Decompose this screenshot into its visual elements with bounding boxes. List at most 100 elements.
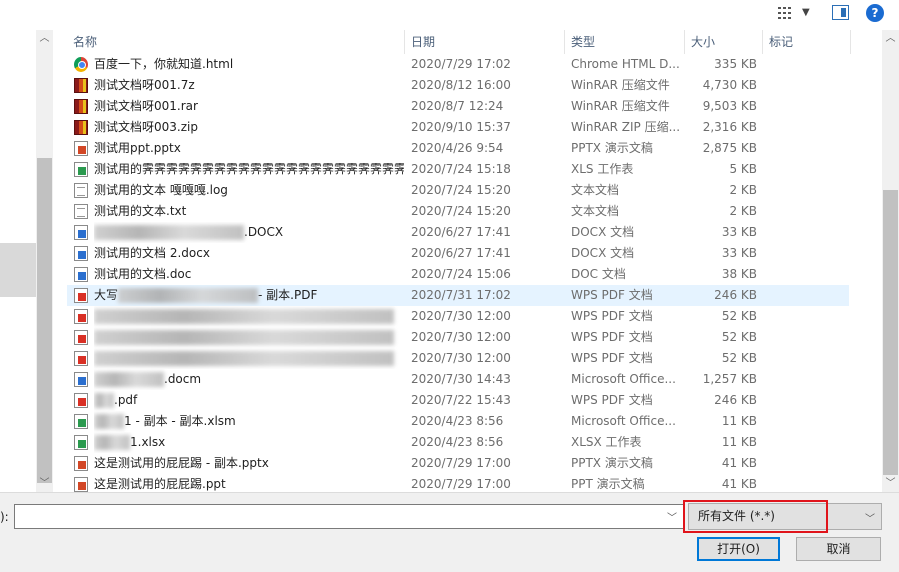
winrar-archive-icon xyxy=(74,120,88,135)
nav-selected-item[interactable] xyxy=(0,243,36,297)
file-row[interactable]: 百度一下，你就知道.html 2020/7/29 17:02 Chrome HTML… xyxy=(67,54,849,75)
column-size[interactable]: 大小 xyxy=(685,30,763,54)
file-row[interactable]: 测试用的文本.txt 2020/7/24 15:20 文本文档 2 KB xyxy=(67,201,849,222)
file-row[interactable]: 测试用ppt.pptx 2020/4/26 9:54 PPTX 演示文稿 2,875 … xyxy=(67,138,849,159)
file-row[interactable]: 2020/7/30 12:00 WPS PDF 文档 52 KB xyxy=(67,348,849,369)
file-type: WPS PDF 文档 xyxy=(571,393,653,407)
file-row[interactable]: 测试文档呀003.zip 2020/9/10 15:37 WinRAR ZIP 压缩… xyxy=(67,117,849,138)
file-row[interactable]: 1 - 副本 - 副本.xlsm 2020/4/23 8:56 Microsoft … xyxy=(67,411,849,432)
redacted-text xyxy=(94,309,394,324)
file-row[interactable]: 测试用的文档 2.docx 2020/6/27 17:41 DOCX 文档 33 KB xyxy=(67,243,849,264)
view-options-icon[interactable] xyxy=(778,6,794,20)
toolbar: ▼ ? xyxy=(0,0,899,30)
help-icon[interactable]: ? xyxy=(866,4,884,22)
file-row[interactable]: 测试文档呀001.7z 2020/8/12 16:00 WinRAR 压缩文件 4,7… xyxy=(67,75,849,96)
file-list[interactable]: ^ 名称 日期 类型 大小 标记 百度一下，你就知道.html2020/7/29… xyxy=(53,30,882,492)
file-size: 246 KB xyxy=(714,393,757,407)
file-name xyxy=(94,327,404,348)
filename-input[interactable] xyxy=(19,505,659,528)
file-size: 11 KB xyxy=(721,414,757,428)
docm-file-icon xyxy=(74,372,88,387)
chevron-down-icon[interactable]: ﹀ xyxy=(667,509,677,524)
file-name: .docm xyxy=(94,369,404,390)
file-type: WPS PDF 文档 xyxy=(571,309,653,323)
file-date: 2020/7/30 14:43 xyxy=(411,372,511,386)
file-date: 2020/7/22 15:43 xyxy=(411,393,511,407)
file-row[interactable]: 2020/7/30 12:00 WPS PDF 文档 52 KB xyxy=(67,327,849,348)
file-name: 测试用的文档.doc xyxy=(94,264,404,285)
filename-label: ): xyxy=(0,510,9,524)
redacted-text xyxy=(94,330,394,345)
file-row[interactable]: 测试用的霁霁霁霁霁霁霁霁霁霁霁霁霁霁霁霁霁霁霁霁霁霁... 2020/7/24 1… xyxy=(67,159,849,180)
file-type: WinRAR 压缩文件 xyxy=(571,78,670,92)
file-date: 2020/7/24 15:20 xyxy=(411,183,511,197)
file-row[interactable]: .docm 2020/7/30 14:43 Microsoft Office... 1… xyxy=(67,369,849,390)
preview-pane-icon[interactable] xyxy=(832,5,849,20)
scroll-up-icon[interactable]: ︿ xyxy=(882,30,899,47)
file-row[interactable]: .pdf 2020/7/22 15:43 WPS PDF 文档 246 KB xyxy=(67,390,849,411)
file-row[interactable]: 测试文档呀001.rar 2020/8/7 12:24 WinRAR 压缩文件 9,5… xyxy=(67,96,849,117)
file-row[interactable]: 大写 - 副本.PDF 2020/7/31 17:02 WPS PDF 文档 246 K… xyxy=(67,285,849,306)
file-list-scrollbar[interactable]: ︿ ﹀ xyxy=(882,30,899,492)
file-list-scroll-thumb[interactable] xyxy=(883,190,898,475)
file-name-text: 测试用的文本.txt xyxy=(94,204,187,218)
file-name-text: .docm xyxy=(164,372,202,386)
redacted-text xyxy=(118,288,259,303)
file-row[interactable]: 2020/7/30 12:00 WPS PDF 文档 52 KB xyxy=(67,306,849,327)
file-row[interactable]: 测试用的文本 嘎嘎嘎.log 2020/7/24 15:20 文本文档 2 KB xyxy=(67,180,849,201)
text-file-icon xyxy=(74,204,88,219)
file-row[interactable]: .DOCX 2020/6/27 17:41 DOCX 文档 33 KB xyxy=(67,222,849,243)
file-name: 大写 - 副本.PDF xyxy=(94,285,404,306)
xlsm-file-icon xyxy=(74,414,88,429)
chevron-down-icon[interactable]: ﹀ xyxy=(865,510,875,525)
file-type: DOCX 文档 xyxy=(571,246,635,260)
file-row[interactable]: 测试用的文档.doc 2020/7/24 15:06 DOC 文档 38 KB xyxy=(67,264,849,285)
column-tag[interactable]: 标记 xyxy=(763,30,851,54)
file-date: 2020/8/7 12:24 xyxy=(411,99,504,113)
scroll-down-icon[interactable]: ﹀ xyxy=(882,475,899,492)
column-date[interactable]: 日期 xyxy=(405,30,565,54)
file-type: WinRAR 压缩文件 xyxy=(571,99,670,113)
file-name-text: .DOCX xyxy=(244,225,284,239)
highlight-box xyxy=(683,500,828,533)
navigation-pane[interactable] xyxy=(0,30,36,492)
navigation-scroll-thumb[interactable] xyxy=(37,158,52,483)
file-date: 2020/7/24 15:18 xyxy=(411,162,511,176)
scroll-up-icon[interactable]: ︿ xyxy=(36,30,53,47)
file-name-text: 1 - 副本 - 副本.xlsm xyxy=(124,414,236,428)
scroll-down-icon[interactable]: ﹀ xyxy=(36,475,53,492)
file-size: 41 KB xyxy=(721,456,757,470)
file-row[interactable]: 这是测试用的屁屁踢 - 副本.pptx 2020/7/29 17:00 PPTX 演… xyxy=(67,453,849,474)
cancel-button[interactable]: 取消 xyxy=(796,537,881,561)
column-type[interactable]: 类型 xyxy=(565,30,685,54)
file-size: 2,875 KB xyxy=(702,141,757,155)
file-size: 2,316 KB xyxy=(702,120,757,134)
column-header: 名称 日期 类型 大小 标记 xyxy=(53,30,882,54)
pptx-file-icon xyxy=(74,456,88,471)
file-type: 文本文档 xyxy=(571,204,620,218)
file-size: 52 KB xyxy=(721,351,757,365)
file-name-text: 这是测试用的屁屁踢.ppt xyxy=(94,477,226,491)
file-name-suffix: .pdf xyxy=(114,393,138,407)
file-row[interactable]: 1.xlsx 2020/4/23 8:56 XLSX 工作表 11 KB xyxy=(67,432,849,453)
file-size: 52 KB xyxy=(721,330,757,344)
file-name: 1.xlsx xyxy=(94,432,404,453)
docx-file-icon xyxy=(74,225,88,240)
open-button[interactable]: 打开(O) xyxy=(697,537,780,561)
file-name: 百度一下，你就知道.html xyxy=(94,54,404,75)
navigation-scrollbar[interactable]: ︿ ﹀ xyxy=(36,30,53,492)
file-size: 33 KB xyxy=(721,225,757,239)
file-date: 2020/4/23 8:56 xyxy=(411,414,504,428)
view-dropdown-icon[interactable]: ▼ xyxy=(802,7,810,18)
file-row[interactable]: 这是测试用的屁屁踢.ppt 2020/7/29 17:00 PPT 演示文稿 41 K… xyxy=(67,474,849,492)
filename-combobox[interactable]: ﹀ xyxy=(14,504,684,529)
file-date: 2020/9/10 15:37 xyxy=(411,120,511,134)
file-type: WinRAR ZIP 压缩... xyxy=(571,120,681,134)
file-date: 2020/7/30 12:00 xyxy=(411,330,511,344)
file-date: 2020/8/12 16:00 xyxy=(411,78,511,92)
file-type: Microsoft Office... xyxy=(571,414,676,428)
file-size: 52 KB xyxy=(721,309,757,323)
column-name[interactable]: 名称 xyxy=(67,30,405,54)
divider xyxy=(0,492,899,493)
file-size: 246 KB xyxy=(714,288,757,302)
